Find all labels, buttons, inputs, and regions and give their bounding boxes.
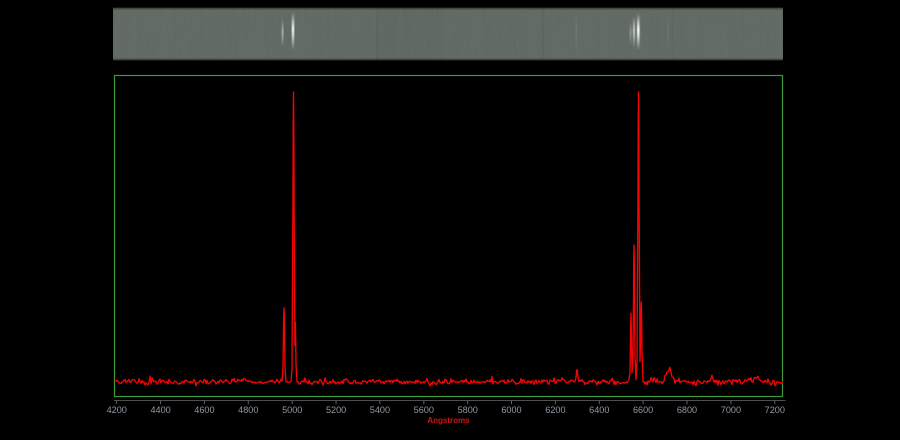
svg-text:4200: 4200 (107, 405, 127, 415)
svg-text:7200: 7200 (765, 405, 785, 415)
svg-text:6800: 6800 (677, 405, 697, 415)
svg-text:5000: 5000 (282, 405, 302, 415)
svg-text:4400: 4400 (150, 405, 170, 415)
svg-text:5600: 5600 (414, 405, 434, 415)
svg-text:7000: 7000 (721, 405, 741, 415)
svg-text:4600: 4600 (194, 405, 214, 415)
svg-text:6200: 6200 (545, 405, 565, 415)
svg-text:6600: 6600 (633, 405, 653, 415)
svg-text:5400: 5400 (370, 405, 390, 415)
svg-text:5200: 5200 (326, 405, 346, 415)
svg-text:4800: 4800 (238, 405, 258, 415)
svg-text:5800: 5800 (458, 405, 478, 415)
svg-text:6400: 6400 (589, 405, 609, 415)
svg-text:6000: 6000 (501, 405, 521, 415)
svg-text:Angstroms: Angstroms (427, 416, 470, 425)
